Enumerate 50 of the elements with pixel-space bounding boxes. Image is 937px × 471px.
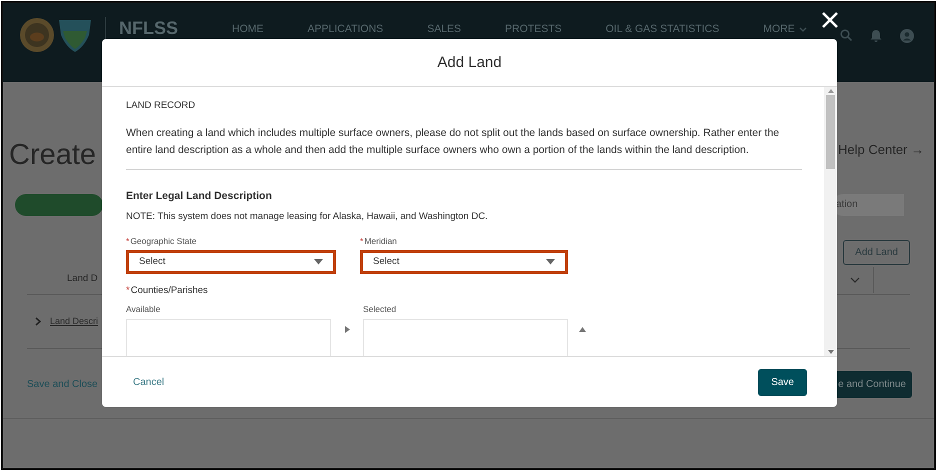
select-field[interactable]: Select (126, 250, 336, 274)
scroll-up-icon[interactable] (828, 89, 834, 93)
modal-title: Add Land (437, 54, 502, 72)
section-heading: Enter Legal Land Description (126, 189, 273, 203)
nav-link[interactable]: APPLICATIONS (308, 23, 384, 36)
nav-link[interactable]: SALES (427, 23, 462, 36)
nav-link[interactable]: OIL & GAS STATISTICS (606, 23, 720, 36)
right-triangle-icon[interactable] (345, 326, 350, 333)
selected-listbox[interactable] (363, 319, 568, 356)
caret-down-icon (546, 259, 555, 265)
available-listbox[interactable] (126, 319, 331, 356)
bell-icon[interactable] (870, 29, 882, 42)
chevron-down-icon[interactable] (850, 276, 860, 282)
scroll-down-icon[interactable] (828, 350, 834, 354)
save-button[interactable]: Save (758, 368, 807, 396)
list-label: Selected (363, 303, 398, 315)
search-icon[interactable] (840, 29, 852, 41)
list-label: Available (126, 303, 162, 315)
select-field[interactable]: Select (360, 250, 568, 274)
seal-logo-icon (19, 17, 55, 53)
nav-link[interactable]: PROTESTS (505, 23, 562, 36)
required-mark: * (360, 236, 364, 246)
caret-down-icon (314, 259, 323, 265)
close-icon[interactable] (821, 11, 839, 29)
help-center-link[interactable]: Help Center → (838, 140, 924, 160)
save-and-close-link[interactable]: Save and Close (27, 377, 98, 392)
land-description-link[interactable]: Land Descri (50, 314, 98, 328)
required-mark: * (126, 285, 130, 296)
field-label-text: Geographic State (130, 236, 196, 246)
chevron-right-icon[interactable] (35, 317, 41, 326)
brand-name[interactable]: NFLSS (119, 18, 178, 38)
cancel-link[interactable]: Cancel (133, 374, 164, 390)
avatar-icon[interactable] (900, 29, 914, 43)
field-label-text: Counties/Parishes (130, 285, 208, 296)
nav-link[interactable]: HOME (232, 23, 264, 36)
up-triangle-icon[interactable] (579, 327, 586, 332)
shield-logo-icon (58, 17, 92, 53)
note-text: NOTE: This system does not manage leasing for Alaska, Hawaii, and Washington DC. (126, 210, 489, 224)
nav-link[interactable]: MORE (763, 23, 807, 36)
caret-icon (798, 27, 807, 32)
section-heading: LAND RECORD (126, 99, 196, 113)
scrollbar[interactable] (824, 87, 837, 356)
scrollbar-thumb[interactable] (826, 95, 835, 169)
add-land-button[interactable]: Add Land (843, 240, 910, 265)
field-label-text: Meridian (364, 236, 397, 246)
intro-paragraph: When creating a land which includes multiple surface owners, please do not split out the lands based on surface ownership. Rather enter the entire land description as a whole and then add the multiple surface owners who own a portion of the lands within the land description. (126, 126, 780, 158)
column-header: Land D (66, 272, 98, 286)
required-mark: * (126, 236, 130, 246)
save-and-continue-button[interactable]: e and Continue (834, 371, 912, 398)
page-title: Create (9, 138, 96, 173)
